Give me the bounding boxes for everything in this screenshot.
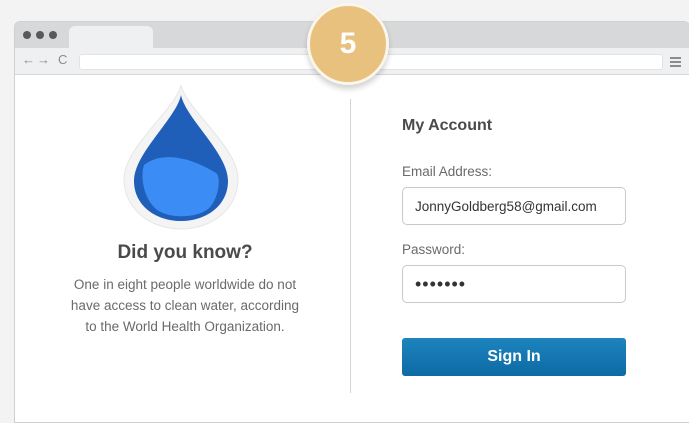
water-drop-icon (123, 84, 239, 230)
window-controls (23, 31, 57, 39)
sign-in-button[interactable]: Sign In (402, 338, 626, 376)
password-label: Password: (402, 242, 466, 257)
step-number: 5 (339, 27, 357, 60)
reload-icon[interactable]: C (58, 53, 67, 67)
fact-text: One in eight people worldwide do not hav… (50, 274, 320, 337)
email-label: Email Address: (402, 164, 493, 179)
column-divider (350, 99, 351, 393)
browser-tab[interactable] (69, 26, 153, 48)
fact-text-line: have access to clean water, according (70, 298, 300, 313)
window-dot[interactable] (36, 31, 44, 39)
fact-text-line: to the World Health Organization. (85, 319, 285, 334)
fact-text-line: One in eight people worldwide do not (73, 277, 297, 292)
password-field[interactable] (402, 265, 626, 303)
step-badge: 5 (307, 3, 389, 85)
window-dot[interactable] (49, 31, 57, 39)
fact-title: Did you know? (117, 242, 253, 263)
forward-icon[interactable]: → (37, 53, 50, 67)
menu-icon[interactable] (670, 57, 681, 69)
back-icon[interactable]: ← (22, 53, 35, 67)
email-field[interactable] (402, 187, 626, 225)
window-dot[interactable] (23, 31, 31, 39)
account-title: My Account (402, 117, 493, 134)
